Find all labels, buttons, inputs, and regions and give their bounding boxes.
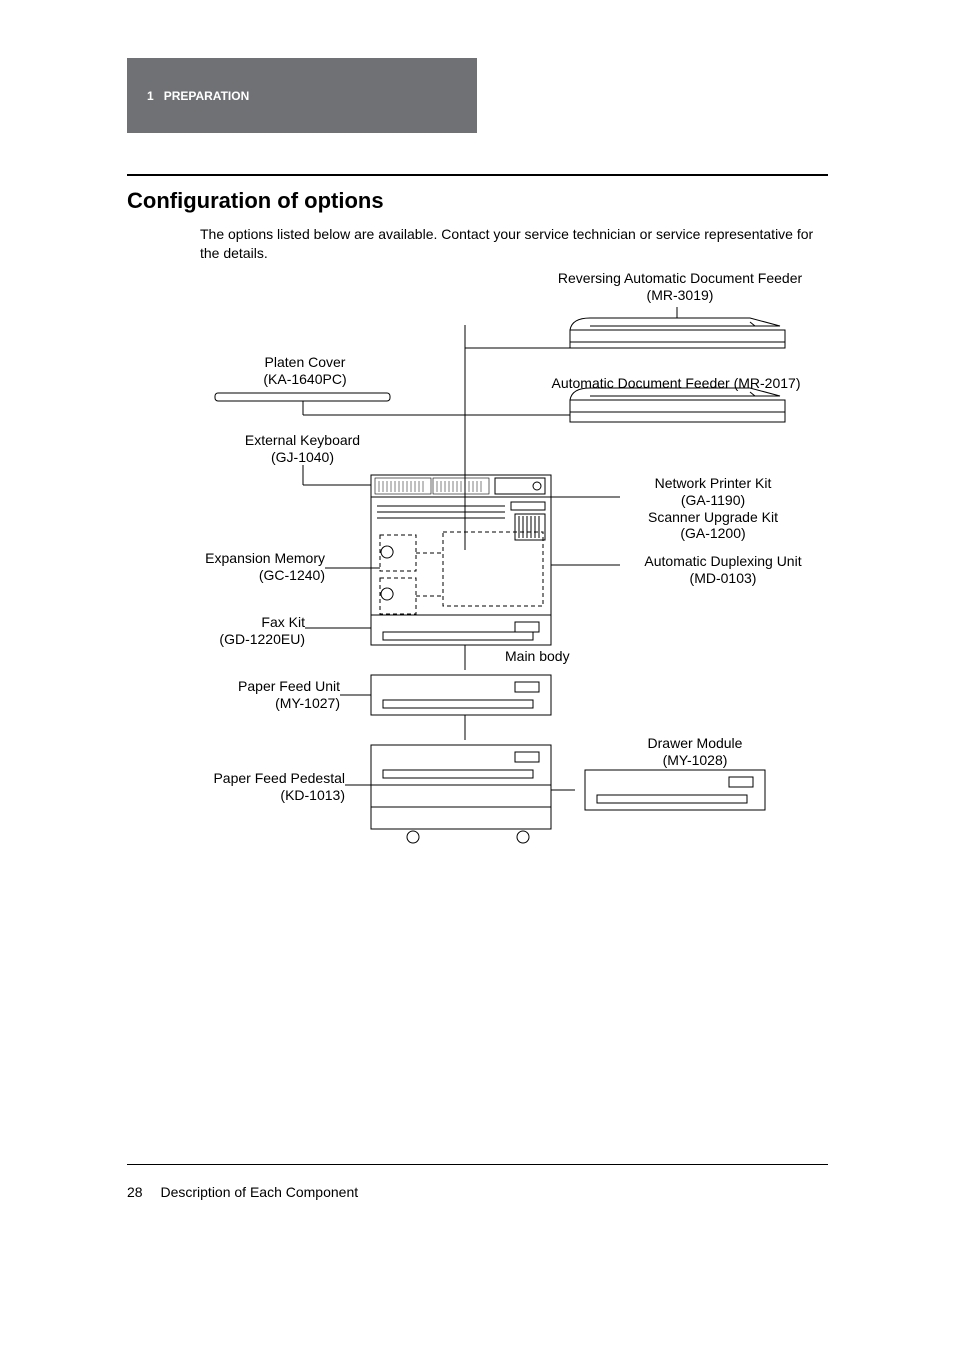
label-main-body: Main body (505, 648, 570, 665)
chapter-title: PREPARATION (164, 89, 250, 103)
netprinter-name: Network Printer Kit (655, 475, 772, 491)
chapter-header: 1 PREPARATION (127, 58, 477, 133)
expansion-name: Expansion Memory (205, 550, 325, 566)
label-pfu: Paper Feed Unit (MY-1027) (210, 678, 340, 712)
page-number: 28 (127, 1184, 143, 1200)
fax-model: (GD-1220EU) (219, 631, 305, 647)
label-ext-kbd: External Keyboard (GJ-1040) (215, 432, 390, 466)
footer-rule (127, 1164, 828, 1165)
adf-name: Automatic Document Feeder (MR-2017) (552, 375, 801, 391)
pfu-name: Paper Feed Unit (238, 678, 340, 694)
extkbd-name: External Keyboard (245, 432, 360, 448)
expansion-model: (GC-1240) (259, 567, 325, 583)
fax-name: Fax Kit (261, 614, 305, 630)
label-drawer: Drawer Module (MY-1028) (615, 735, 775, 769)
drawer-model: (MY-1028) (663, 752, 728, 768)
label-pedestal: Paper Feed Pedestal (KD-1013) (185, 770, 345, 804)
configuration-diagram: Reversing Automatic Document Feeder (MR-… (165, 270, 845, 880)
page: 1 PREPARATION Configuration of options T… (0, 0, 954, 1351)
netprinter-model: (GA-1190) (681, 492, 745, 508)
mainbody-name: Main body (505, 648, 570, 664)
footer-section: Description of Each Component (160, 1184, 358, 1200)
pfu-model: (MY-1027) (275, 695, 340, 711)
label-fax: Fax Kit (GD-1220EU) (205, 614, 305, 648)
pedestal-name: Paper Feed Pedestal (213, 770, 345, 786)
label-platen: Platen Cover (KA-1640PC) (235, 354, 375, 388)
label-adf: Automatic Document Feeder (MR-2017) (531, 375, 821, 392)
label-expansion: Expansion Memory (GC-1240) (180, 550, 325, 584)
section-rule (127, 174, 828, 176)
platen-model: (KA-1640PC) (263, 371, 346, 387)
duplex-name: Automatic Duplexing Unit (644, 553, 801, 569)
duplex-model: (MD-0103) (690, 570, 757, 586)
label-duplex: Automatic Duplexing Unit (MD-0103) (623, 553, 823, 587)
page-footer: 28 Description of Each Component (127, 1184, 358, 1200)
section-title: Configuration of options (127, 188, 384, 214)
section-intro: The options listed below are available. … (200, 225, 820, 263)
drawer-name: Drawer Module (648, 735, 743, 751)
scanner-name: Scanner Upgrade Kit (648, 509, 778, 525)
label-net-scan: Network Printer Kit (GA-1190) Scanner Up… (623, 475, 803, 542)
platen-name: Platen Cover (265, 354, 346, 370)
extkbd-model: (GJ-1040) (271, 449, 334, 465)
chapter-number: 1 (147, 89, 154, 103)
scanner-model: (GA-1200) (680, 525, 745, 541)
pedestal-model: (KD-1013) (280, 787, 345, 803)
